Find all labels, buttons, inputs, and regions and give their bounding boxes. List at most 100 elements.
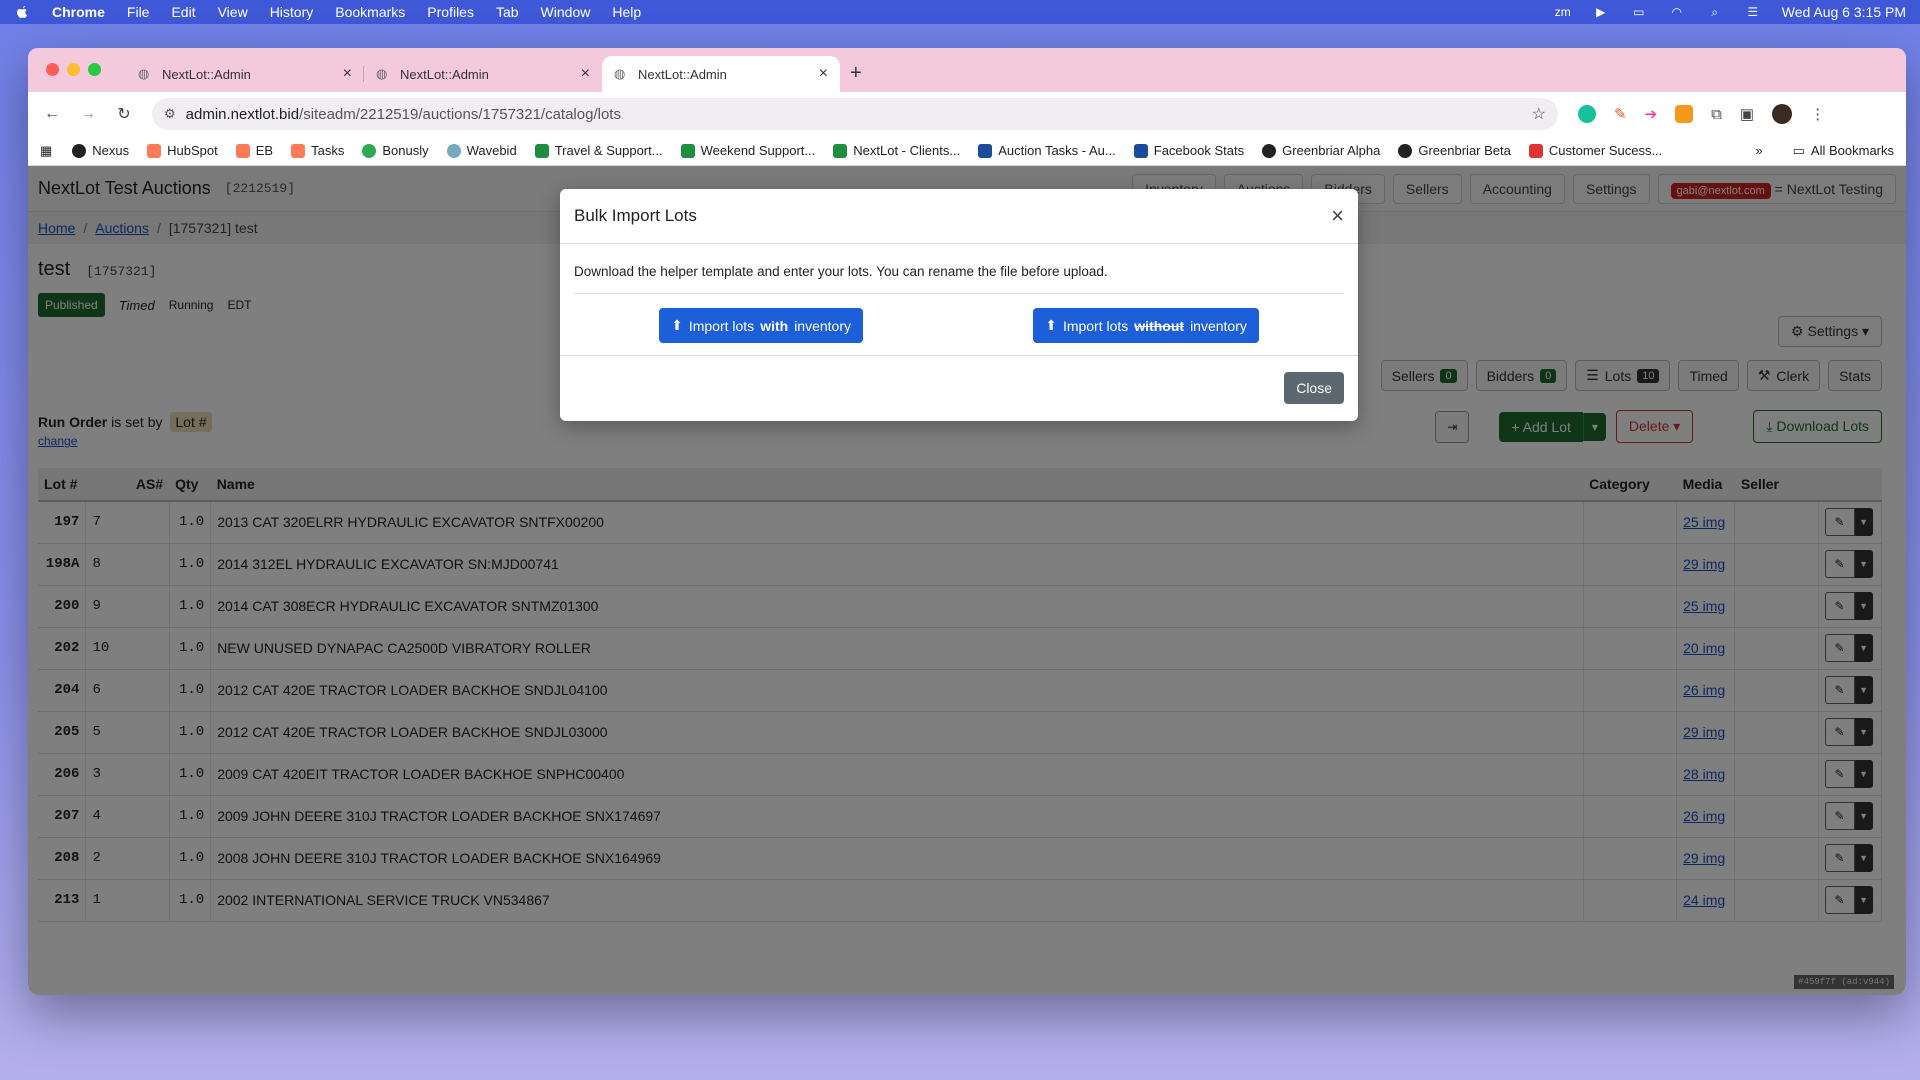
new-tab-icon[interactable]: + [850, 62, 862, 85]
bookmark-wavebid[interactable]: Wavebid [446, 143, 517, 158]
browser-tab-2[interactable]: ◍ NextLot::Admin × [364, 56, 602, 92]
modal-actions: ⬆ Import lots with inventory ⬆ Import lo… [574, 294, 1344, 355]
globe-icon: ◍ [376, 66, 388, 81]
tab-title: NextLot::Admin [162, 66, 251, 82]
modal-body: Download the helper template and enter y… [560, 244, 1358, 355]
bookmark-weekend-support[interactable]: Weekend Support... [680, 143, 816, 158]
back-icon[interactable]: ← [40, 105, 64, 123]
bookmark-label: Tasks [311, 143, 345, 158]
sheets-icon [534, 143, 549, 158]
kebab-menu-icon[interactable]: ⋮ [1810, 105, 1825, 123]
bookmark-bonusly[interactable]: Bonusly [362, 143, 429, 158]
modal-title: Bulk Import Lots [574, 206, 697, 225]
bookmark-travel-support[interactable]: Travel & Support... [534, 143, 663, 158]
play-icon[interactable]: ▶ [1592, 5, 1610, 19]
arrow-extension-icon[interactable]: ➔ [1645, 105, 1658, 123]
fullscreen-window-button[interactable] [88, 63, 101, 76]
bookmark-hubspot[interactable]: HubSpot [147, 143, 218, 158]
close-button[interactable]: Close [1284, 371, 1344, 404]
sidepanel-icon[interactable]: ▣ [1740, 105, 1754, 123]
bookmark-nexus[interactable]: Nexus [72, 143, 129, 158]
tabs: ◍ NextLot::Admin × ◍ NextLot::Admin × ◍ … [126, 56, 840, 92]
bookmark-star-icon[interactable]: ☆ [1532, 104, 1546, 124]
close-tab-icon[interactable]: × [581, 65, 590, 83]
menu-profiles[interactable]: Profiles [427, 4, 474, 20]
menubar-clock[interactable]: Wed Aug 6 3:15 PM [1782, 4, 1906, 20]
bookmark-label: Facebook Stats [1153, 143, 1245, 158]
bookmark-label: Weekend Support... [700, 143, 816, 158]
menu-help[interactable]: Help [612, 4, 641, 20]
sheets-icon [833, 143, 848, 158]
import-without-inventory-button[interactable]: ⬆ Import lots without inventory [1033, 308, 1259, 343]
tab-title: NextLot::Admin [638, 66, 727, 82]
close-window-button[interactable] [46, 63, 59, 76]
bookmark-label: Auction Tasks - Au... [998, 143, 1116, 158]
more-bookmarks-icon[interactable]: » [1755, 143, 1762, 158]
bonusly-icon [362, 143, 377, 158]
btn-text-suffix: inventory [794, 317, 851, 334]
bookmark-eb[interactable]: EB [235, 143, 274, 158]
modal-backdrop[interactable]: Bulk Import Lots × Download the helper t… [28, 166, 1906, 995]
folder-icon: ▭ [1792, 142, 1805, 158]
address-bar[interactable]: ⚙ admin.nextlot.bid/siteadm/2212519/auct… [152, 98, 1558, 130]
bookmark-tasks[interactable]: Tasks [291, 143, 344, 158]
menu-file[interactable]: File [127, 4, 150, 20]
menu-app-name[interactable]: Chrome [52, 4, 105, 20]
site-info-icon[interactable]: ⚙ [164, 106, 176, 122]
page-content: NextLot Test Auctions [2212519] Inventor… [28, 166, 1906, 995]
globe-icon: ◍ [138, 66, 150, 81]
browser-window: ◍ NextLot::Admin × ◍ NextLot::Admin × ◍ … [28, 48, 1906, 995]
nexus-icon [72, 143, 87, 158]
bookmark-label: Travel & Support... [554, 143, 663, 158]
close-tab-icon[interactable]: × [819, 65, 828, 83]
menubar-status-area: zm ▶ ▭ ◠ ⌕ ☰ Wed Aug 6 3:15 PM [1554, 4, 1906, 20]
bookmark-greenbriar-alpha[interactable]: Greenbriar Alpha [1262, 143, 1380, 158]
close-icon[interactable]: × [1331, 205, 1344, 227]
menu-bookmarks[interactable]: Bookmarks [335, 4, 405, 20]
menu-history[interactable]: History [270, 4, 314, 20]
bookmark-greenbriar-beta[interactable]: Greenbriar Beta [1398, 143, 1511, 158]
browser-tab-1[interactable]: ◍ NextLot::Admin × [126, 56, 364, 92]
bookmark-label: Greenbriar Beta [1418, 143, 1511, 158]
apps-grid-icon[interactable]: ▦ [40, 143, 52, 159]
reload-icon[interactable]: ↻ [112, 104, 136, 124]
control-center-icon[interactable]: ☰ [1744, 5, 1762, 19]
import-with-inventory-button[interactable]: ⬆ Import lots with inventory [659, 308, 863, 343]
browser-toolbar: ← → ↻ ⚙ admin.nextlot.bid/siteadm/221251… [28, 92, 1906, 136]
wifi-icon[interactable]: ◠ [1668, 5, 1686, 19]
profile-avatar-icon[interactable] [1772, 104, 1793, 124]
puzzle-icon[interactable]: ⧉ [1711, 106, 1722, 123]
upload-icon: ⬆ [671, 317, 683, 333]
bookmark-label: Bonusly [382, 143, 429, 158]
extension-badge-icon[interactable] [1675, 105, 1694, 123]
menu-tab[interactable]: Tab [496, 4, 519, 20]
bookmark-customer-success[interactable]: Customer Sucess... [1528, 143, 1662, 158]
all-bookmarks-label: All Bookmarks [1810, 143, 1894, 158]
close-tab-icon[interactable]: × [343, 65, 352, 83]
browser-tab-3-active[interactable]: ◍ NextLot::Admin × [602, 56, 840, 92]
bookmark-nextlot-clients[interactable]: NextLot - Clients... [833, 143, 960, 158]
menu-edit[interactable]: Edit [171, 4, 195, 20]
sheets-icon [680, 143, 695, 158]
spotlight-search-icon[interactable]: ⌕ [1706, 5, 1724, 19]
bookmark-label: EB [255, 143, 274, 158]
all-bookmarks[interactable]: ▭ All Bookmarks [1793, 143, 1894, 159]
minimize-window-button[interactable] [67, 63, 80, 76]
bookmark-facebook-stats[interactable]: Facebook Stats [1133, 143, 1245, 158]
apple-icon[interactable] [14, 4, 30, 20]
modal-header: Bulk Import Lots × [560, 189, 1358, 244]
upload-icon: ⬆ [1045, 317, 1057, 333]
zoom-icon[interactable]: zm [1554, 5, 1572, 19]
battery-icon[interactable]: ▭ [1630, 5, 1648, 19]
greenbriar-icon [1398, 143, 1413, 158]
tab-bar: ◍ NextLot::Admin × ◍ NextLot::Admin × ◍ … [28, 48, 1906, 92]
menu-view[interactable]: View [218, 4, 248, 20]
menu-window[interactable]: Window [541, 4, 591, 20]
bookmark-label: Greenbriar Alpha [1282, 143, 1381, 158]
btn-text-suffix: inventory [1190, 317, 1247, 334]
grammarly-icon[interactable] [1578, 105, 1596, 123]
forward-icon[interactable]: → [76, 105, 100, 123]
au-icon [978, 143, 993, 158]
bookmark-auction-tasks[interactable]: Auction Tasks - Au... [978, 143, 1116, 158]
pen-extension-icon[interactable]: ✎ [1614, 105, 1627, 123]
